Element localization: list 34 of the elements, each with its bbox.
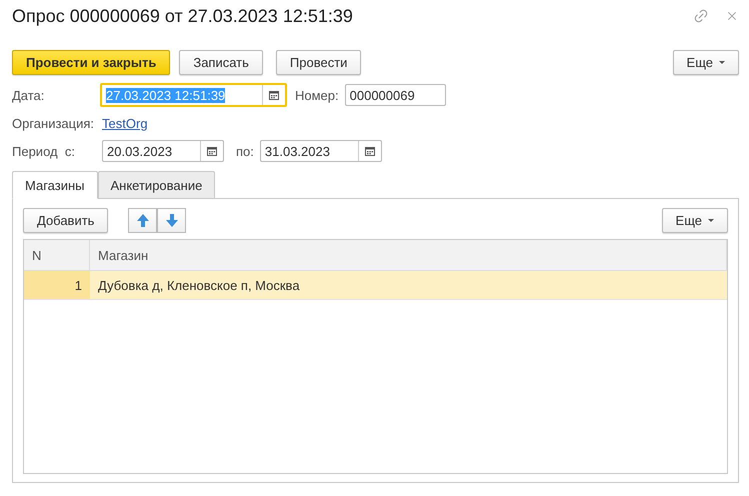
window-title: Опрос 000000069 от 27.03.2023 12:51:39 bbox=[12, 6, 354, 26]
up-arrow-icon bbox=[136, 214, 149, 227]
field-label: Дата: bbox=[12, 88, 46, 102]
field-label: Период с: bbox=[12, 144, 76, 158]
tab[interactable]: Анкетирование bbox=[98, 171, 216, 199]
toolbar-button[interactable]: Провести bbox=[276, 50, 362, 75]
number-field[interactable]: 000000069 bbox=[344, 84, 446, 106]
date-field[interactable]: 31.03.2023 bbox=[260, 140, 382, 162]
move-down-button[interactable] bbox=[157, 208, 186, 233]
link-icon[interactable] bbox=[693, 8, 709, 24]
post-and-close-button[interactable]: Провести и закрыть bbox=[12, 50, 170, 75]
field-value: 27.03.2023 12:51:39 bbox=[106, 88, 226, 102]
calendar-icon[interactable] bbox=[207, 146, 217, 156]
calendar-icon[interactable] bbox=[364, 146, 375, 156]
date-field[interactable]: 20.03.2023 bbox=[102, 140, 224, 162]
calendar-icon[interactable] bbox=[269, 90, 279, 100]
field-label: Номер: bbox=[295, 88, 339, 102]
caret-icon bbox=[708, 219, 714, 222]
more-button[interactable]: Еще bbox=[662, 208, 728, 233]
more-button[interactable]: Еще bbox=[672, 50, 739, 75]
field-label: по: bbox=[236, 144, 254, 158]
toolbar-button[interactable]: Записать bbox=[179, 50, 263, 75]
column-header[interactable]: N bbox=[24, 240, 90, 270]
column-header[interactable]: Магазин bbox=[90, 240, 727, 270]
caret-icon bbox=[719, 61, 725, 64]
tab[interactable]: Магазины bbox=[12, 171, 98, 199]
down-arrow-icon bbox=[166, 214, 178, 227]
close-icon[interactable] bbox=[725, 9, 739, 23]
organization-link[interactable]: TestOrg bbox=[102, 116, 148, 131]
table-cell: Дубовка д, Кленовское п, Москва bbox=[90, 271, 727, 299]
add-button[interactable]: Добавить bbox=[23, 208, 108, 233]
field-label: Организация: bbox=[12, 116, 94, 131]
table-cell: 1 bbox=[24, 271, 90, 299]
move-up-button[interactable] bbox=[128, 208, 158, 233]
